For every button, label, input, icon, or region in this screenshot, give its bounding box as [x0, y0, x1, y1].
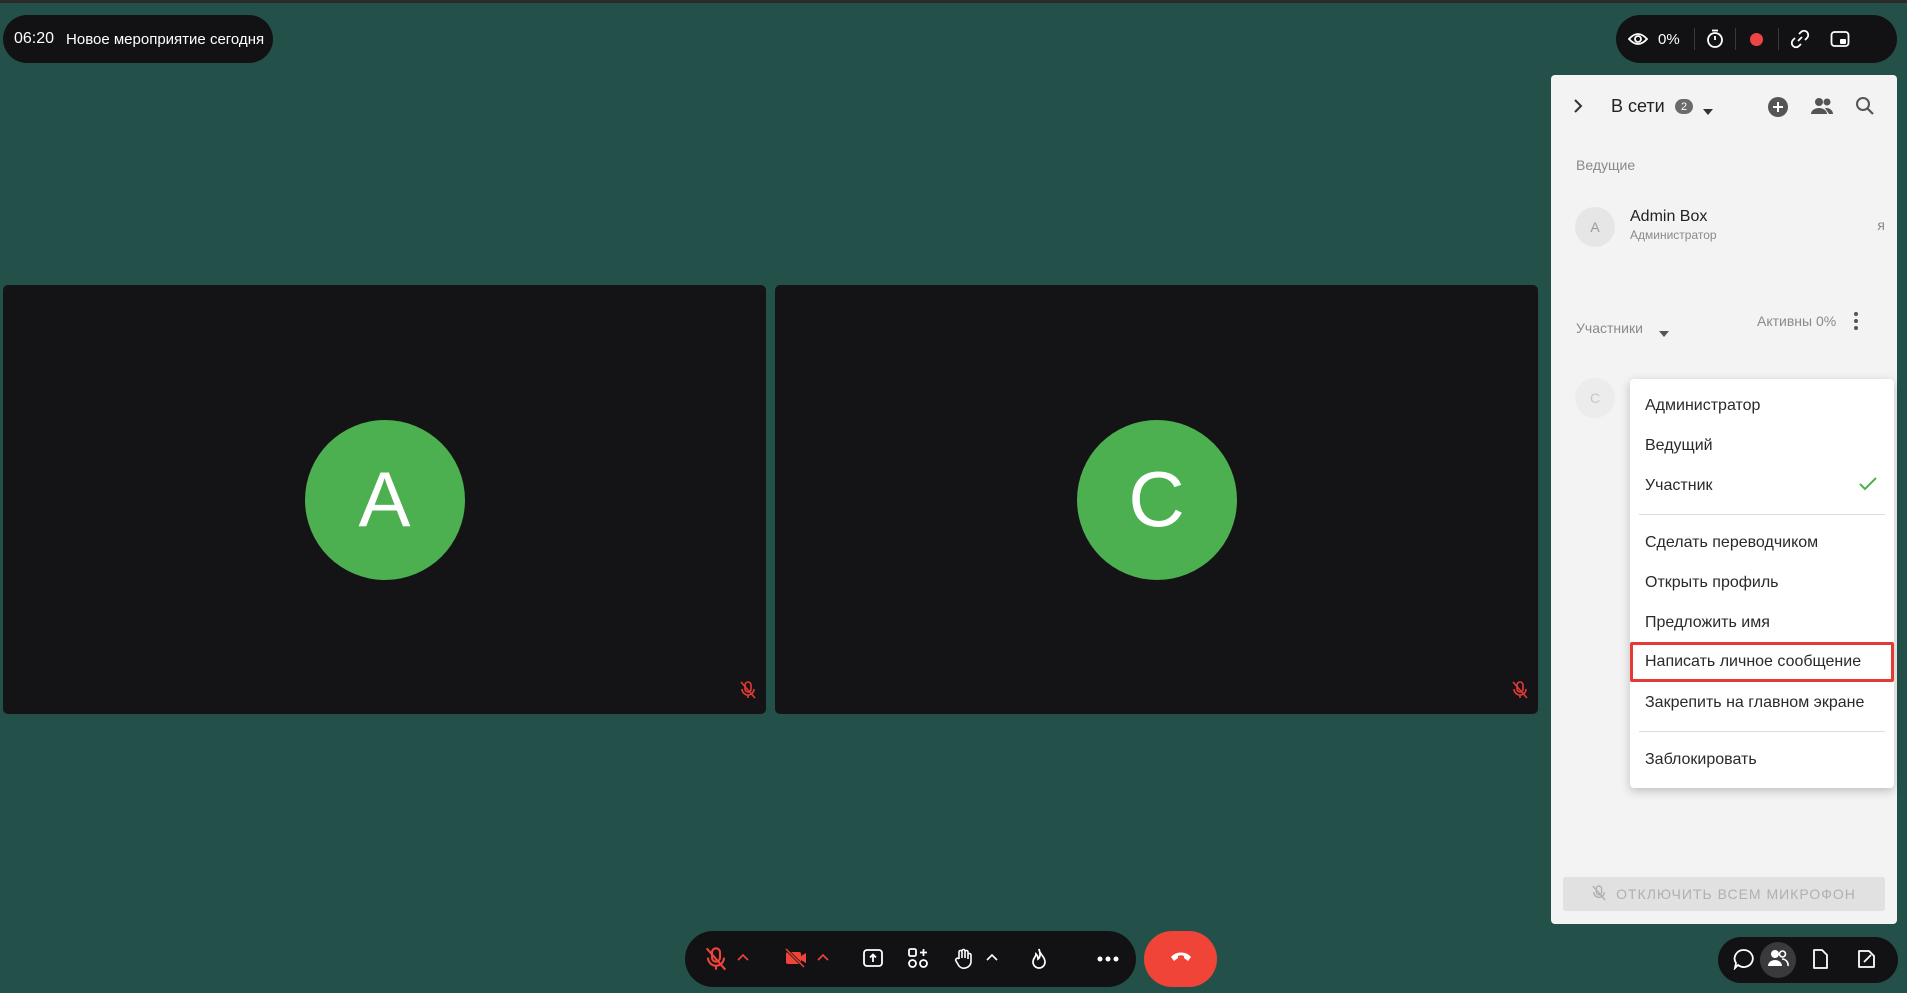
raise-hand-icon[interactable]	[953, 947, 975, 971]
people-icon[interactable]	[1810, 97, 1834, 120]
notes-icon[interactable]	[1855, 948, 1877, 970]
end-call-icon	[1170, 950, 1192, 968]
chat-icon[interactable]	[1733, 948, 1755, 970]
participants-icon[interactable]	[1767, 948, 1789, 968]
camera-off-icon[interactable]	[784, 947, 808, 969]
chevron-up-icon[interactable]	[737, 953, 749, 961]
video-tile[interactable]: C	[775, 285, 1538, 714]
menu-divider	[1639, 514, 1885, 515]
participant-context-menu: Администратор Ведущий Участник Сделать п…	[1630, 379, 1894, 788]
eye-icon[interactable]	[1628, 32, 1648, 46]
share-screen-icon[interactable]	[862, 947, 884, 969]
menu-item-label: Заблокировать	[1645, 751, 1757, 768]
top-controls: 0%	[1616, 15, 1897, 63]
add-circle-icon[interactable]	[1767, 96, 1789, 123]
event-title: Новое мероприятие сегодня	[66, 30, 265, 48]
avatar[interactable]: C	[1575, 378, 1615, 418]
menu-item-suggest-name[interactable]: Предложить имя	[1630, 603, 1894, 643]
mute-all-label: ОТКЛЮЧИТЬ ВСЕМ МИКРОФОН	[1616, 886, 1856, 902]
chevron-up-icon[interactable]	[817, 953, 829, 961]
menu-item-private-message[interactable]: Написать личное сообщение	[1630, 642, 1894, 682]
menu-item-label: Написать личное сообщение	[1645, 653, 1862, 670]
picture-in-picture-icon[interactable]	[1829, 30, 1851, 48]
panel-header: В сети 2	[1551, 75, 1897, 139]
mic-off-icon	[740, 681, 756, 704]
chevron-down-icon[interactable]	[1658, 325, 1670, 343]
mic-off-icon	[1592, 884, 1606, 904]
menu-item-label: Ведущий	[1645, 437, 1713, 454]
link-icon[interactable]	[1789, 29, 1811, 49]
host-role: Администратор	[1630, 228, 1717, 242]
menu-item-open-profile[interactable]: Открыть профиль	[1630, 563, 1894, 603]
chevron-right-icon[interactable]	[1573, 98, 1583, 119]
active-percent: Активны 0%	[1757, 313, 1837, 329]
divider	[1693, 28, 1695, 50]
menu-item-administrator[interactable]: Администратор	[1630, 386, 1894, 426]
meeting-timer: 06:20	[14, 30, 55, 47]
avatar: A	[1575, 207, 1615, 247]
more-vertical-icon[interactable]	[1853, 311, 1859, 336]
menu-item-make-translator[interactable]: Сделать переводчиком	[1630, 523, 1894, 563]
menu-divider	[1639, 731, 1885, 732]
call-toolbar	[685, 931, 1136, 987]
search-icon[interactable]	[1855, 96, 1875, 121]
menu-item-label: Предложить имя	[1645, 614, 1770, 631]
me-label: я	[1877, 217, 1885, 233]
divider	[1777, 28, 1779, 50]
mute-all-button[interactable]: ОТКЛЮЧИТЬ ВСЕМ МИКРОФОН	[1563, 877, 1885, 911]
checkmark-icon	[1858, 476, 1878, 497]
participant-avatar: C	[1076, 419, 1237, 580]
more-icon[interactable]	[1097, 956, 1119, 962]
chevron-down-icon[interactable]	[1702, 103, 1714, 121]
menu-item-block[interactable]: Заблокировать	[1630, 740, 1894, 780]
event-info-pill: 06:20 Новое мероприятие сегодня	[3, 15, 273, 63]
record-icon[interactable]	[1746, 32, 1768, 46]
end-call-button[interactable]	[1144, 931, 1217, 987]
online-count-badge: 2	[1675, 99, 1693, 114]
apps-icon[interactable]	[907, 947, 929, 969]
mic-off-icon	[1512, 681, 1528, 704]
participants-section-title[interactable]: Участники	[1576, 320, 1643, 336]
menu-item-label: Участник	[1645, 477, 1713, 494]
side-panel-toggles	[1718, 937, 1898, 983]
views-percent: 0%	[1658, 30, 1680, 48]
menu-item-label: Открыть профиль	[1645, 574, 1779, 591]
menu-item-participant[interactable]: Участник	[1630, 466, 1894, 506]
divider	[1734, 28, 1736, 50]
video-tile[interactable]: A	[3, 285, 766, 714]
menu-item-host[interactable]: Ведущий	[1630, 426, 1894, 466]
host-list-item[interactable]: A Admin Box Администратор я	[1575, 205, 1885, 249]
menu-item-label: Администратор	[1645, 397, 1761, 414]
menu-item-label: Сделать переводчиком	[1645, 534, 1819, 551]
host-name: Admin Box	[1630, 208, 1708, 225]
mic-off-icon[interactable]	[705, 947, 727, 971]
panel-title[interactable]: В сети	[1611, 96, 1665, 117]
chevron-up-icon[interactable]	[986, 953, 998, 961]
hosts-section-title: Ведущие	[1576, 157, 1636, 173]
menu-item-label: Закрепить на главном экране	[1645, 694, 1865, 711]
timer-icon[interactable]	[1705, 29, 1725, 49]
files-icon[interactable]	[1811, 948, 1829, 970]
reaction-icon[interactable]	[1029, 947, 1049, 971]
participant-avatar: A	[304, 419, 465, 580]
menu-item-pin-main-screen[interactable]: Закрепить на главном экране	[1630, 683, 1894, 723]
top-border	[0, 0, 1907, 3]
